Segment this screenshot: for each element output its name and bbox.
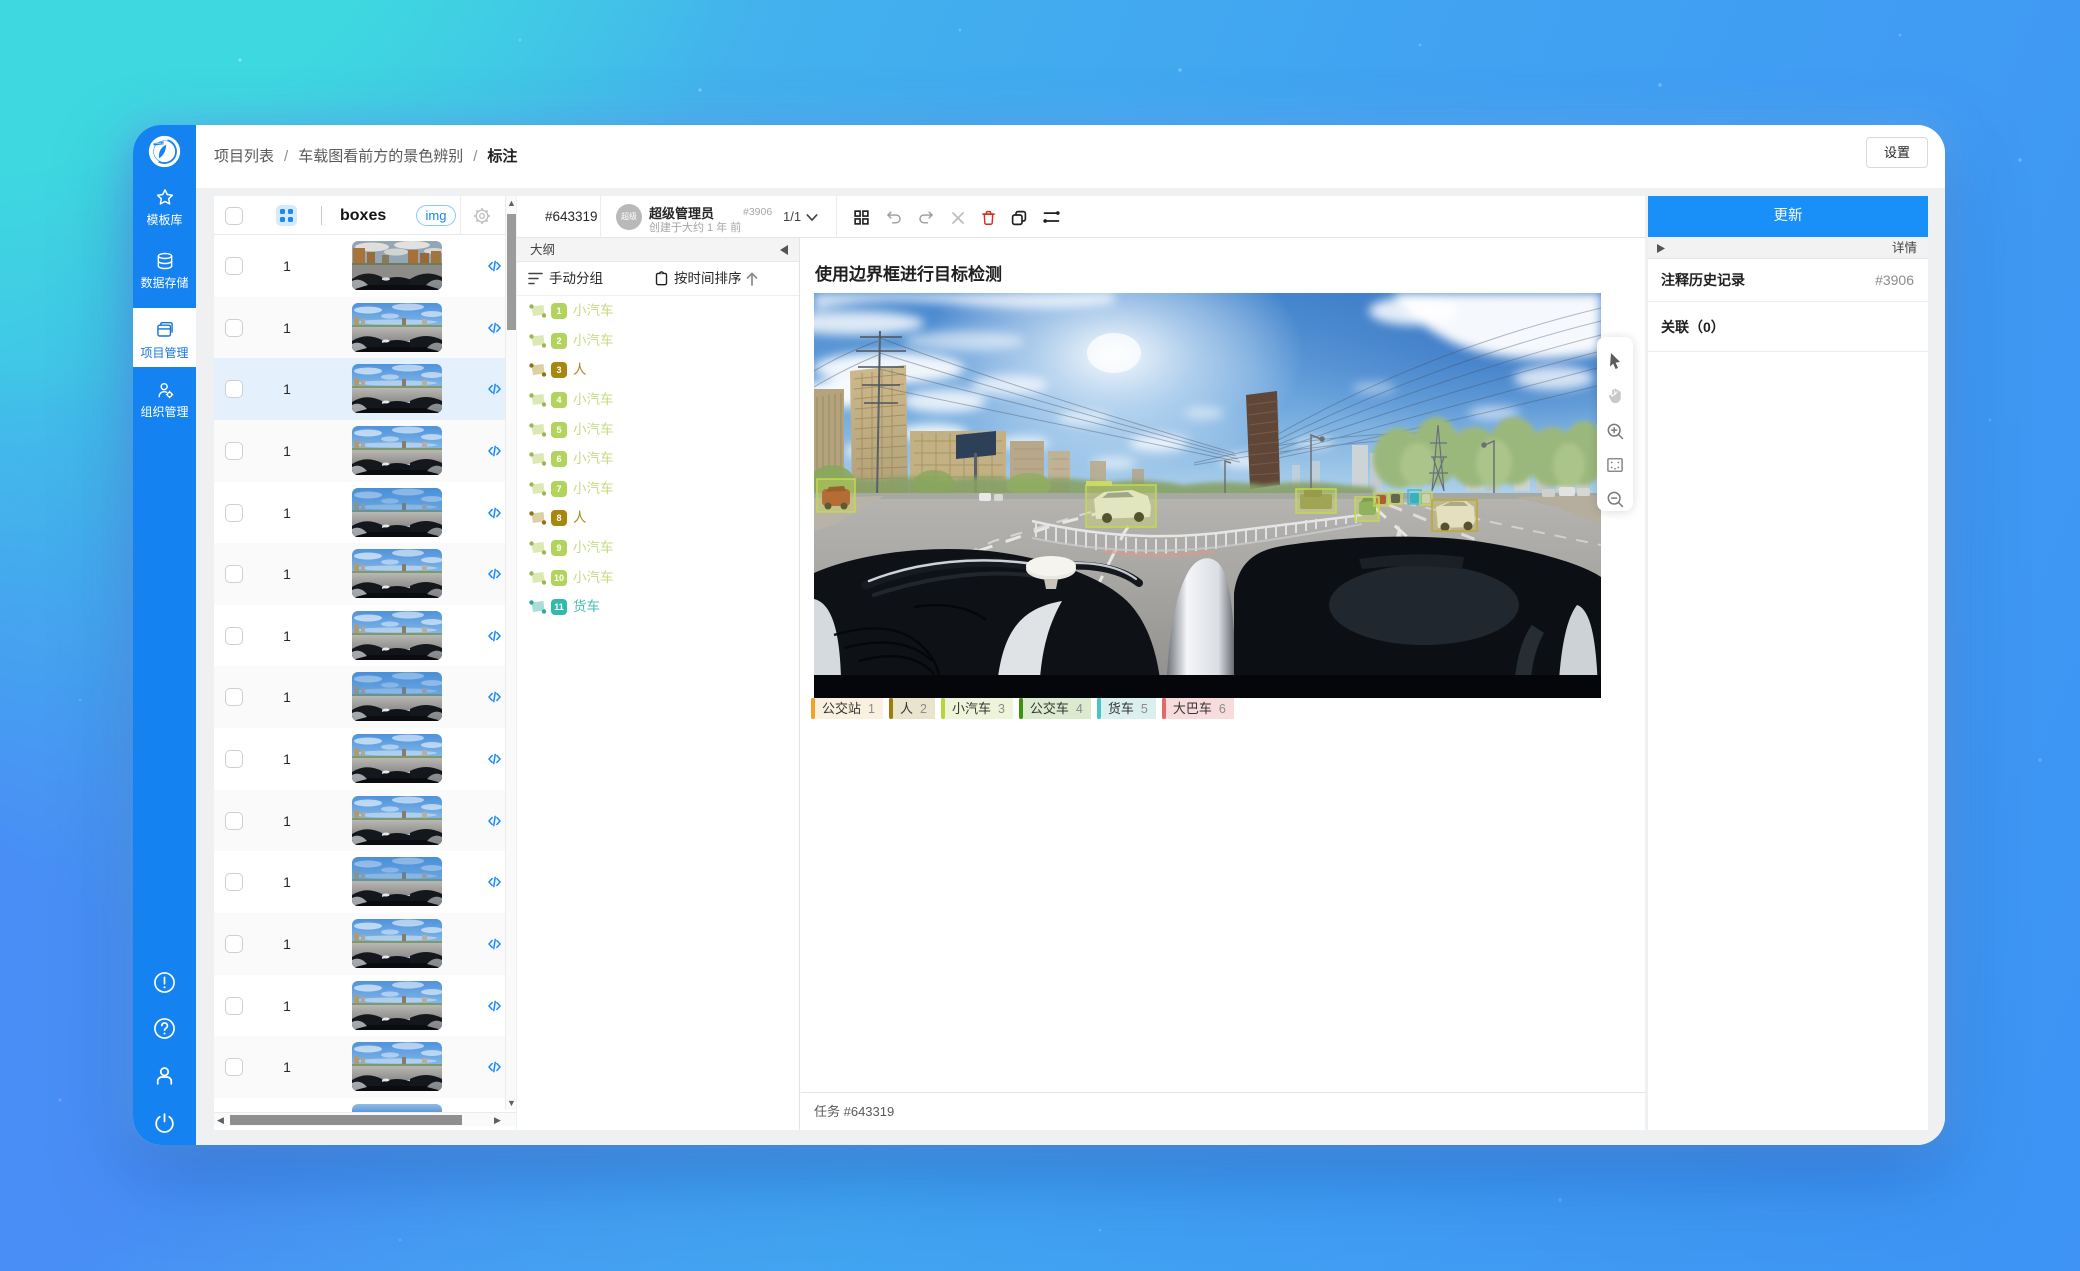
svg-text:DataLab: DataLab [154, 141, 166, 145]
